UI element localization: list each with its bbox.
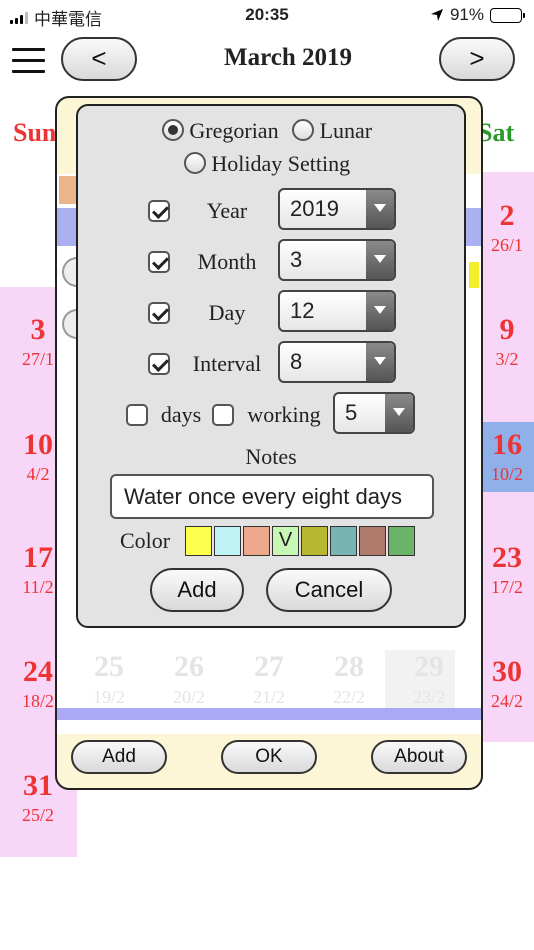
day-cell[interactable]: 2 26/1 [480,199,534,257]
event-dialog: Gregorian Lunar Holiday Setting Year 201… [76,104,466,628]
battery-icon [490,7,525,23]
next-month-button[interactable]: > [439,37,515,81]
battery-percent: 91% [449,5,484,24]
day-cell[interactable]: 30 24/2 [480,655,534,713]
day-cell[interactable]: 28 22/2 [319,650,379,710]
month-title: March 2019 [224,44,352,71]
color-swatch[interactable] [301,526,328,556]
month-select[interactable]: 3 [278,239,396,281]
holiday-setting-label: Holiday Setting [211,151,351,176]
chevron-down-icon [366,292,394,330]
calendar-type-group: Gregorian Lunar [78,118,464,144]
holiday-group: Holiday Setting [78,151,464,177]
days-checkbox[interactable] [126,404,148,426]
previous-month-button[interactable]: < [61,37,137,81]
year-label: Year [206,198,248,223]
day-cell[interactable]: 26 20/2 [159,650,219,710]
year-checkbox[interactable] [148,200,170,222]
notes-input[interactable]: Water once every eight days [110,474,434,519]
event-marker [469,262,479,288]
color-swatch[interactable] [185,526,212,556]
color-label: Color [120,528,171,553]
gregorian-radio[interactable] [161,119,184,141]
working-label: working [247,402,321,427]
day-cell[interactable]: 25 19/2 [79,650,139,710]
day-cell[interactable]: 23 17/2 [480,541,534,599]
event-bar [57,708,481,720]
color-swatch[interactable] [388,526,415,556]
status-bar: 中華電信 20:35 91% [0,0,534,30]
weekday-sunday: Sun [13,118,57,147]
color-swatch[interactable] [359,526,386,556]
panel-about-button[interactable]: About [371,740,467,774]
holiday-setting-radio[interactable] [183,152,206,174]
day-cell[interactable]: 9 3/2 [480,313,534,371]
week-row: 25 19/2 26 20/2 27 21/2 28 22/2 29 23/2 [79,650,459,710]
interval-checkbox[interactable] [148,353,170,375]
day-cell[interactable]: 29 23/2 [399,650,459,710]
panel-ok-button[interactable]: OK [221,740,317,774]
day-cell[interactable]: 27 21/2 [239,650,299,710]
location-arrow-icon [430,9,443,21]
working-select[interactable]: 5 [333,392,415,434]
color-swatch[interactable] [214,526,241,556]
lunar-label: Lunar [319,118,373,143]
days-label: days [160,402,202,427]
gregorian-label: Gregorian [189,118,279,143]
status-right: 91% [430,5,525,25]
color-swatch[interactable]: V [272,526,299,556]
dialog-add-button[interactable]: Add [150,568,244,612]
working-checkbox[interactable] [212,404,234,426]
interval-label: Interval [192,351,262,376]
day-select[interactable]: 12 [278,290,396,332]
panel-add-button[interactable]: Add [71,740,167,774]
month-checkbox[interactable] [148,251,170,273]
chevron-down-icon [366,190,394,228]
color-swatch[interactable] [330,526,357,556]
day-checkbox[interactable] [148,302,170,324]
lunar-radio[interactable] [292,119,315,141]
day-label: Day [208,300,246,325]
day-cell[interactable]: 16 10/2 [480,428,534,486]
month-label: Month [197,249,257,274]
chevron-down-icon [366,343,394,381]
color-palette: V [185,526,415,556]
year-select[interactable]: 2019 [278,188,396,230]
interval-select[interactable]: 8 [278,341,396,383]
chevron-down-icon [385,394,413,432]
dialog-cancel-button[interactable]: Cancel [266,568,392,612]
hamburger-menu-icon[interactable] [12,48,45,74]
notes-label: Notes [245,444,297,469]
weekday-saturday: Sat [478,118,515,147]
color-swatch[interactable] [243,526,270,556]
chevron-down-icon [366,241,394,279]
